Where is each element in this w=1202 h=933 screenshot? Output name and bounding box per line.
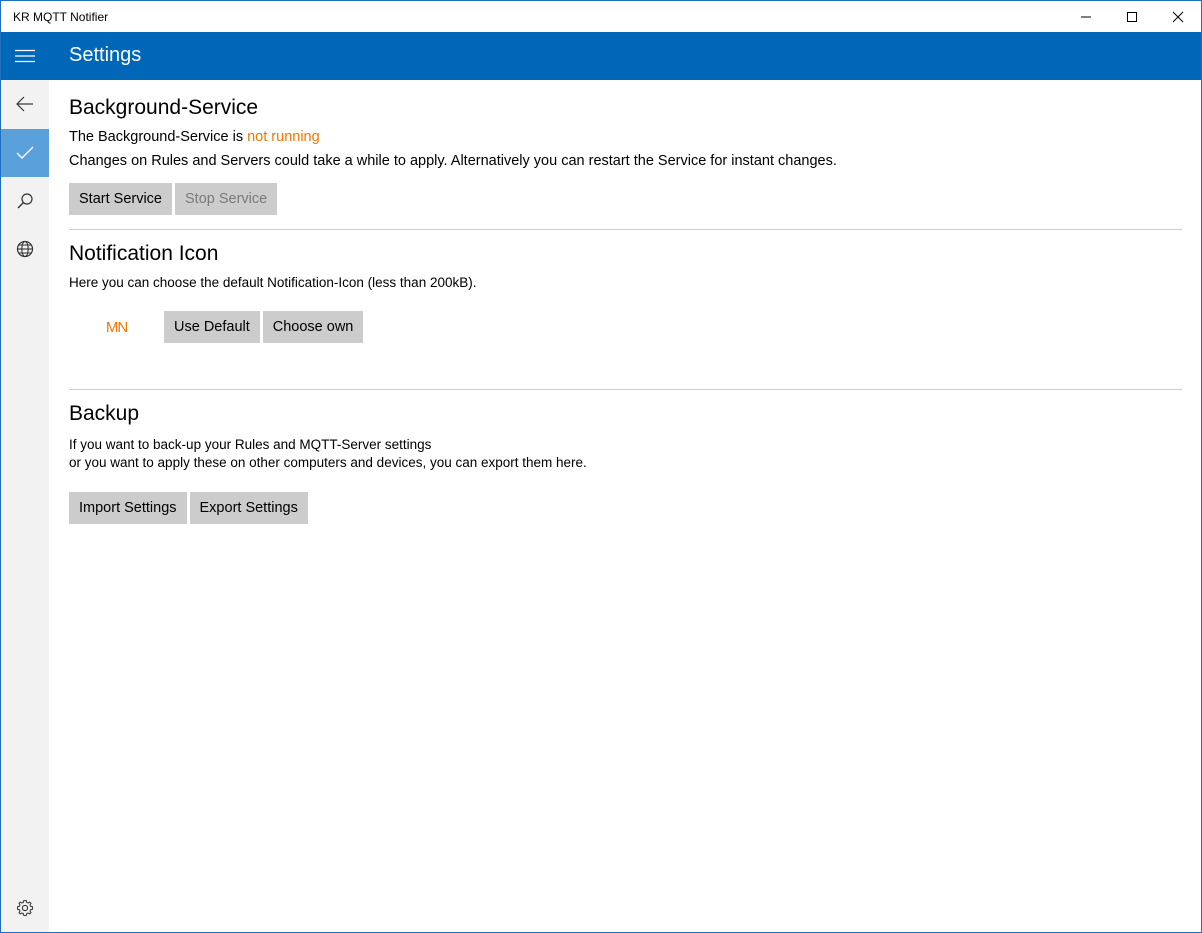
page-title: Settings (69, 44, 142, 66)
background-service-section: Background-Service The Background-Servic… (69, 96, 837, 215)
page-header: Settings (1, 32, 1201, 80)
section-title-backup: Backup (69, 402, 140, 425)
service-status-line: The Background-Service is not running (69, 125, 837, 149)
navigation-pane (1, 80, 49, 932)
nav-item-search[interactable] (1, 177, 49, 225)
hamburger-icon (15, 49, 35, 63)
gear-icon (16, 899, 34, 917)
minimize-button[interactable] (1063, 1, 1109, 32)
maximize-button[interactable] (1109, 1, 1155, 32)
notification-icon-description: Here you can choose the default Notifica… (69, 275, 477, 290)
notification-icon-preview: MN (69, 311, 164, 343)
nav-item-rules[interactable] (1, 129, 49, 177)
backup-description-line2: or you want to apply these on other comp… (69, 455, 587, 470)
notification-icon-section: Notification Icon Here you can choose th… (69, 242, 476, 343)
section-title-notification-icon: Notification Icon (69, 242, 219, 265)
back-arrow-icon (16, 96, 33, 112)
mn-logo-icon: MN (105, 318, 128, 336)
title-bar: KR MQTT Notifier (1, 1, 1201, 32)
backup-section: Backup If you want to back-up your Rules… (69, 402, 587, 524)
service-status-value: not running (247, 129, 320, 145)
hamburger-menu-button[interactable] (1, 32, 49, 80)
window-title: KR MQTT Notifier (13, 9, 109, 24)
use-default-button[interactable]: Use Default (164, 311, 260, 343)
export-settings-button[interactable]: Export Settings (189, 492, 308, 524)
nav-settings-button[interactable] (1, 884, 49, 932)
nav-back-button[interactable] (1, 80, 49, 128)
import-settings-button[interactable]: Import Settings (69, 492, 187, 524)
close-icon (1172, 11, 1184, 22)
stop-service-button[interactable]: Stop Service (175, 183, 278, 215)
section-title-background-service: Background-Service (69, 96, 259, 119)
close-button[interactable] (1155, 1, 1201, 32)
section-divider (69, 229, 1182, 230)
section-divider (69, 389, 1182, 390)
nav-item-servers[interactable] (1, 225, 49, 273)
app-window: KR MQTT Notifier Settings Background-Ser… (0, 0, 1202, 933)
service-status-prefix: The Background-Service is (69, 129, 248, 145)
backup-description-line1: If you want to back-up your Rules and MQ… (69, 437, 432, 452)
minimize-icon (1081, 16, 1091, 17)
search-icon (17, 193, 33, 209)
choose-own-button[interactable]: Choose own (262, 311, 364, 343)
service-description: Changes on Rules and Servers could take … (69, 153, 837, 169)
globe-icon (16, 240, 34, 258)
start-service-button[interactable]: Start Service (69, 183, 172, 215)
check-icon (16, 146, 34, 159)
maximize-icon (1127, 11, 1137, 22)
